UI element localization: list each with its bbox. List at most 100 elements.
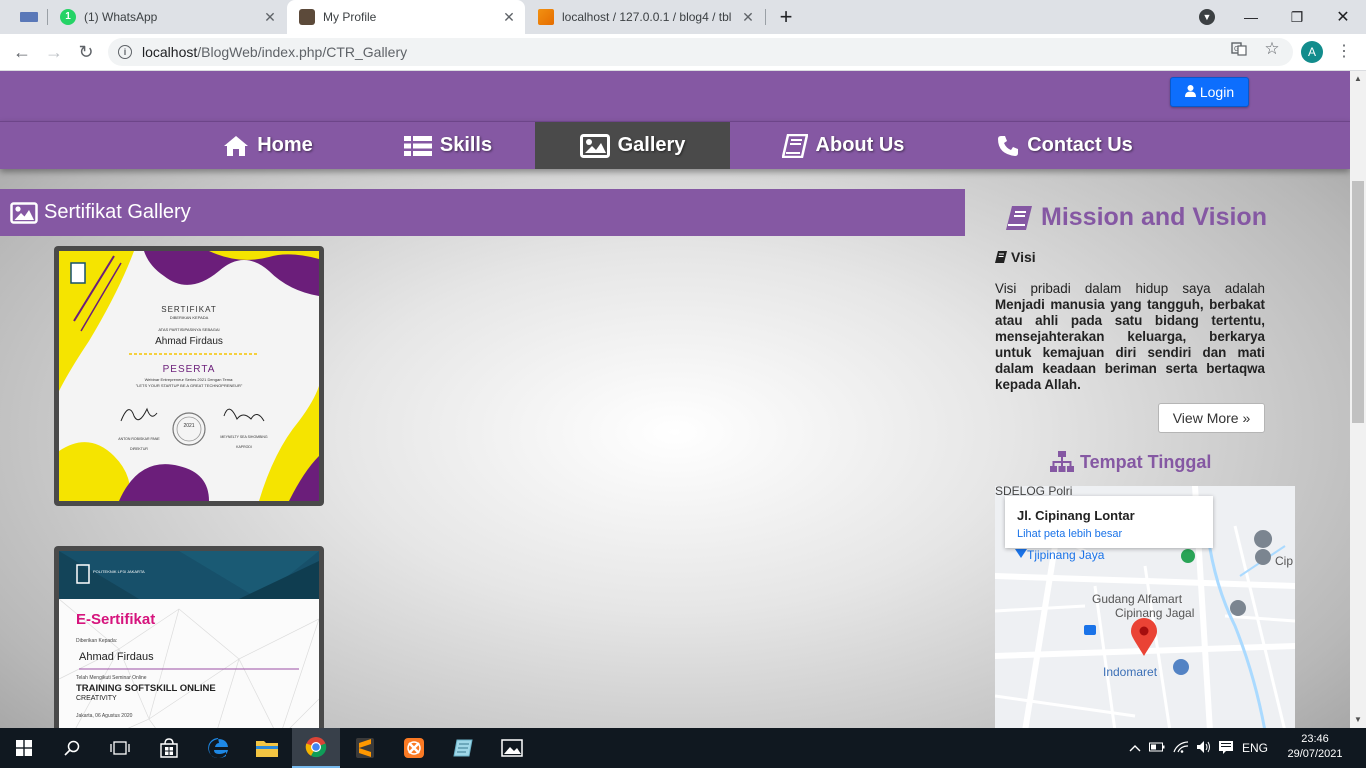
back-button[interactable]: ← — [8, 38, 36, 66]
home-icon — [224, 135, 249, 156]
wifi-icon[interactable] — [1169, 740, 1193, 757]
cert-sig-left: ANTON ROBISKAR PANE — [118, 437, 160, 441]
cert-title: SERTIFIKAT — [161, 305, 217, 314]
tab-phpmyadmin[interactable]: localhost / 127.0.0.1 / blog4 / tbl ✕ — [526, 0, 764, 34]
search-button[interactable] — [48, 728, 96, 768]
reload-button[interactable]: ↻ — [72, 38, 100, 66]
taskbar-edge[interactable] — [194, 728, 242, 768]
url-text[interactable]: localhost/BlogWeb/index.php/CTR_Gallery — [142, 44, 407, 60]
taskbar-chrome[interactable] — [292, 728, 340, 768]
language-indicator[interactable]: ENG — [1237, 741, 1273, 755]
taskbar-clock[interactable]: 23:46 29/07/2021 — [1280, 732, 1350, 762]
scroll-up-icon[interactable]: ▲ — [1350, 71, 1366, 87]
phone-icon — [998, 135, 1019, 156]
nav-home[interactable]: Home — [188, 122, 348, 169]
nav-about-label: About Us — [815, 134, 905, 156]
taskbar-sublime[interactable] — [341, 728, 389, 768]
map-label-cip: Cip — [1275, 554, 1294, 568]
image-icon — [10, 201, 38, 224]
scroll-down-icon[interactable]: ▼ — [1350, 712, 1366, 728]
store-icon — [160, 738, 178, 758]
translate-icon[interactable]: G — [1230, 40, 1248, 58]
windows-logo-icon — [16, 740, 32, 756]
cert-sig-left-role: DIREKTUR — [130, 447, 148, 451]
taskbar-xampp[interactable] — [390, 728, 438, 768]
volume-icon[interactable] — [1193, 740, 1215, 757]
windows-taskbar: ENG 23:46 29/07/2021 — [0, 728, 1366, 768]
scrollbar-thumb[interactable] — [1352, 181, 1364, 423]
mission-vision-title: Mission and Vision — [1005, 203, 1285, 232]
task-view-button[interactable] — [96, 728, 144, 768]
clock-time: 23:46 — [1301, 733, 1329, 745]
forward-button[interactable]: → — [40, 38, 68, 66]
taskbar-notes-app[interactable] — [439, 728, 487, 768]
edge-icon — [208, 738, 228, 758]
nav-gallery-label: Gallery — [617, 134, 686, 156]
map-place-name: Jl. Cipinang Lontar — [1017, 508, 1135, 523]
close-window-button[interactable]: ✕ — [1320, 0, 1366, 34]
action-center-icon[interactable] — [1215, 740, 1237, 757]
nav-gallery[interactable]: Gallery — [535, 122, 730, 169]
close-icon[interactable]: ✕ — [499, 9, 519, 26]
cert-seal-year: 2021 — [183, 423, 195, 429]
task-view-icon — [110, 741, 130, 755]
tempat-tinggal-text: Tempat Tinggal — [1080, 451, 1212, 472]
folder-icon — [256, 741, 278, 757]
cert2-date: Jakarta, 06 Agustus 2020 — [76, 713, 133, 719]
restore-button[interactable]: ❐ — [1274, 0, 1320, 34]
certificate-card[interactable]: SERTIFIKAT DIBERIKAN KEPADA ATAS PARTISI… — [54, 246, 324, 506]
mission-vision-text: Mission and Vision — [1041, 203, 1267, 231]
browser-tab-strip: 1 (1) WhatsApp ✕ My Profile ✕ localhost … — [0, 0, 1366, 34]
tab-my-profile[interactable]: My Profile ✕ — [287, 0, 525, 34]
sublime-icon — [356, 738, 374, 758]
login-button[interactable]: Login — [1170, 77, 1249, 107]
embedded-map[interactable]: SDELOG Polri Tjipinang Jaya Cip Gudang A… — [995, 486, 1295, 728]
address-bar[interactable]: i localhost/BlogWeb/index.php/CTR_Galler… — [108, 38, 1293, 66]
close-icon[interactable]: ✕ — [260, 9, 280, 26]
minimize-button[interactable]: — — [1228, 0, 1274, 34]
book-icon — [1006, 205, 1032, 230]
page-scrollbar[interactable]: ▲ ▼ — [1350, 71, 1366, 728]
close-icon[interactable]: ✕ — [738, 9, 758, 26]
book-icon — [995, 251, 1007, 263]
tab-pinned[interactable] — [8, 0, 48, 34]
map-info-card: Jl. Cipinang Lontar Lihat peta lebih bes… — [1005, 496, 1213, 548]
nav-contact-us[interactable]: Contact Us — [975, 122, 1155, 169]
certificate-card[interactable]: POLITEKNIK LP3I JAKARTA E-Sertifikat Dib… — [54, 546, 324, 728]
nav-skills[interactable]: Skills — [368, 122, 528, 169]
profile-favicon-icon — [299, 9, 315, 25]
taskbar-store[interactable] — [145, 728, 193, 768]
site-header: Login — [0, 71, 1350, 121]
chrome-icon — [305, 737, 327, 758]
certificate-image-webinar: SERTIFIKAT DIBERIKAN KEPADA ATAS PARTISI… — [59, 251, 319, 501]
cert2-org: POLITEKNIK LP3I JAKARTA — [93, 569, 145, 574]
view-more-button[interactable]: View More » — [1158, 403, 1265, 433]
taskbar-photos[interactable] — [488, 728, 536, 768]
new-tab-button[interactable]: + — [766, 0, 806, 34]
cert-recipient-name: Ahmad Firdaus — [155, 336, 223, 347]
battery-icon[interactable] — [1145, 741, 1169, 755]
chevron-up-icon[interactable] — [1125, 741, 1145, 755]
cert-sig-right-role: KAPRODI — [236, 445, 252, 449]
bookmark-star-icon[interactable]: ☆ — [1263, 39, 1281, 58]
start-button[interactable] — [0, 728, 48, 768]
browser-menu-icon[interactable]: ⋮ — [1334, 41, 1354, 63]
profile-avatar[interactable]: A — [1301, 41, 1323, 63]
image-icon — [579, 133, 610, 158]
whatsapp-icon: 1 — [60, 9, 76, 25]
info-icon[interactable]: i — [118, 45, 132, 59]
cert2-given-to: Diberikan Kepada: — [76, 638, 118, 644]
tab-title: localhost / 127.0.0.1 / blog4 / tbl — [562, 10, 732, 24]
tab-search-icon[interactable]: ▼ — [1184, 0, 1230, 34]
visi-statement: Menjadi manusia yang tangguh, berbakat a… — [995, 297, 1265, 392]
nav-contact-label: Contact Us — [1027, 134, 1133, 156]
nav-about-us[interactable]: About Us — [758, 122, 928, 169]
login-label: Login — [1199, 84, 1235, 100]
taskbar-file-explorer[interactable] — [243, 728, 291, 768]
cert-role: PESERTA — [162, 364, 216, 375]
gallery-title: Sertifikat Gallery — [44, 201, 191, 223]
tab-whatsapp[interactable]: 1 (1) WhatsApp ✕ — [48, 0, 286, 34]
map-larger-link[interactable]: Lihat peta lebih besar — [1017, 528, 1122, 540]
cert-presented: ATAS PARTISIPASINYA SEBAGAI — [158, 327, 220, 332]
tab-title: (1) WhatsApp — [84, 10, 158, 24]
